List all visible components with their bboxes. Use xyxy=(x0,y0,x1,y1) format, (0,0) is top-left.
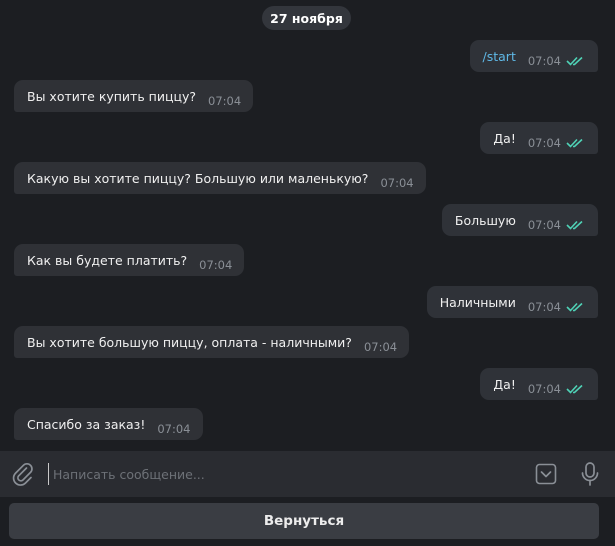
read-check-icon xyxy=(566,56,586,66)
message-time: 07:04 xyxy=(157,422,191,436)
bottom-bar: Вернуться xyxy=(0,497,615,546)
back-button[interactable]: Вернуться xyxy=(9,503,599,539)
bot-keyboard-icon[interactable] xyxy=(535,463,557,485)
message-text: Вы хотите купить пиццу? xyxy=(27,88,197,104)
message-time: 07:04 xyxy=(527,382,561,396)
message-outgoing[interactable]: /start 07:04 xyxy=(469,40,598,72)
message-text: Как вы будете платить? xyxy=(27,252,188,268)
message-incoming[interactable]: Как вы будете платить? 07:04 xyxy=(14,244,245,276)
message-text: Какую вы хотите пиццу? Большую или мален… xyxy=(27,170,369,186)
message-outgoing[interactable]: Большую 07:04 xyxy=(441,204,598,236)
read-check-icon xyxy=(566,138,586,148)
message-text: Наличными xyxy=(439,294,516,310)
message-composer xyxy=(0,451,615,497)
message-outgoing[interactable]: Да! 07:04 xyxy=(480,122,598,154)
message-time: 07:04 xyxy=(527,300,561,314)
microphone-icon[interactable] xyxy=(578,461,602,487)
message-text: Да! xyxy=(493,376,516,392)
message-incoming[interactable]: Какую вы хотите пиццу? Большую или мален… xyxy=(14,162,426,194)
message-time: 07:04 xyxy=(527,218,561,232)
message-outgoing[interactable]: Наличными 07:04 xyxy=(426,286,598,318)
message-time: 07:04 xyxy=(208,94,242,108)
date-separator: 27 ноября xyxy=(262,6,351,30)
chat-history: 27 ноября /start 07:04 Вы хотите купить … xyxy=(0,0,615,451)
message-text: Да! xyxy=(493,130,516,146)
message-incoming[interactable]: Вы хотите большую пиццу, оплата - наличн… xyxy=(14,326,410,358)
message-time: 07:04 xyxy=(527,54,561,68)
message-time: 07:04 xyxy=(380,176,414,190)
message-time: 07:04 xyxy=(199,258,233,272)
message-text[interactable]: /start xyxy=(483,49,516,64)
message-outgoing[interactable]: Да! 07:04 xyxy=(480,368,598,400)
message-incoming[interactable]: Спасибо за заказ! 07:04 xyxy=(14,408,203,440)
read-check-icon xyxy=(566,384,586,394)
message-text: Спасибо за заказ! xyxy=(27,416,146,432)
read-check-icon xyxy=(566,302,586,312)
message-text: Большую xyxy=(454,212,516,228)
paperclip-icon[interactable] xyxy=(11,462,35,486)
message-text: Вы хотите большую пиццу, оплата - наличн… xyxy=(27,334,352,350)
message-incoming[interactable]: Вы хотите купить пиццу? 07:04 xyxy=(14,80,254,112)
message-time: 07:04 xyxy=(363,340,398,354)
read-check-icon xyxy=(566,220,586,230)
message-input[interactable] xyxy=(48,463,518,485)
message-time: 07:04 xyxy=(527,136,561,150)
